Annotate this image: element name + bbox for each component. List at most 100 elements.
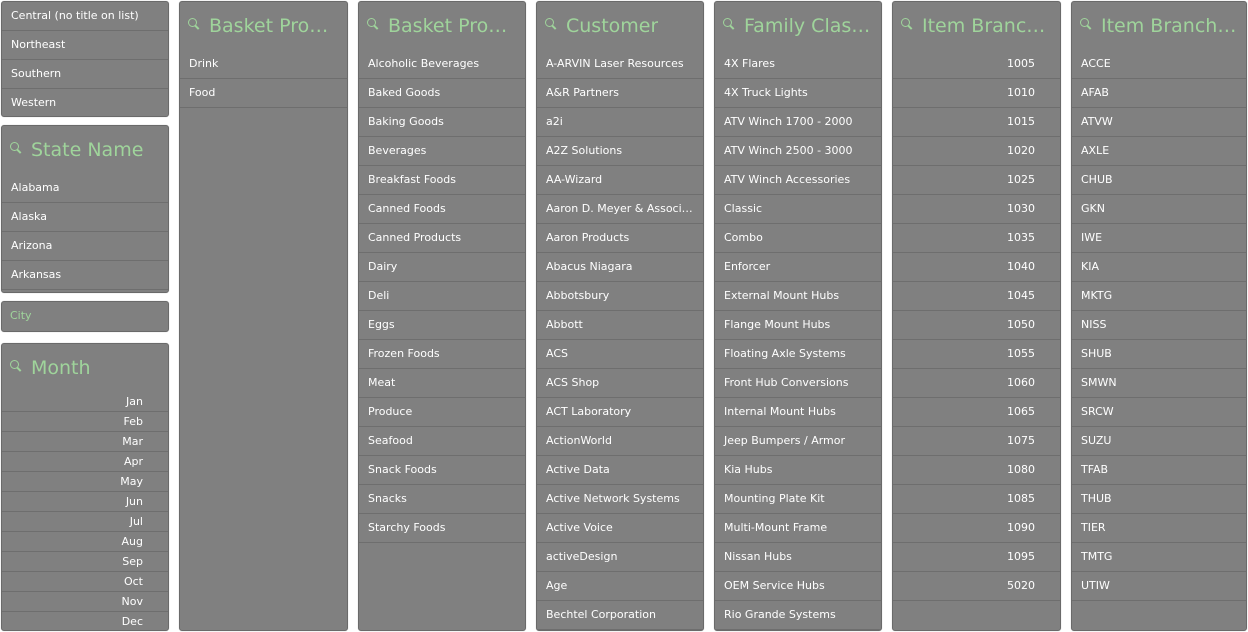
list-item[interactable]: SRCW xyxy=(1072,398,1246,427)
search-icon[interactable] xyxy=(188,18,200,30)
list-item[interactable]: Bechtel Corporation xyxy=(537,601,703,630)
list-item[interactable]: Dec xyxy=(2,612,168,630)
list-item[interactable]: Canned Products xyxy=(359,224,525,253)
list-item[interactable]: Nov xyxy=(2,592,168,612)
list-item[interactable]: Canned Foods xyxy=(359,195,525,224)
list-item[interactable]: May xyxy=(2,472,168,492)
list-item[interactable]: Starchy Foods xyxy=(359,514,525,543)
list-item[interactable]: 1055 xyxy=(893,340,1060,369)
list-item[interactable]: Enforcer xyxy=(715,253,881,282)
list-item[interactable]: Mar xyxy=(2,432,168,452)
list-item[interactable]: Drink xyxy=(180,50,347,79)
list-item[interactable]: Meat xyxy=(359,369,525,398)
list-item[interactable]: Arizona xyxy=(2,232,168,261)
list-item[interactable]: 1030 xyxy=(893,195,1060,224)
family-class-header[interactable]: Family Class ... xyxy=(715,2,881,50)
list-item[interactable]: Kia Hubs xyxy=(715,456,881,485)
list-item[interactable]: Sep xyxy=(2,552,168,572)
list-item[interactable]: 1015 xyxy=(893,108,1060,137)
list-item[interactable]: Food xyxy=(180,79,347,108)
list-item[interactable]: Jul xyxy=(2,512,168,532)
list-item[interactable]: 1075 xyxy=(893,427,1060,456)
item-branch-header[interactable]: Item Branch ... xyxy=(893,2,1060,50)
list-item[interactable]: a2i xyxy=(537,108,703,137)
list-item[interactable]: GKN xyxy=(1072,195,1246,224)
list-item[interactable]: Alabama xyxy=(2,174,168,203)
list-item[interactable]: Feb xyxy=(2,412,168,432)
list-item[interactable]: 1050 xyxy=(893,311,1060,340)
list-item[interactable]: Alaska xyxy=(2,203,168,232)
list-item[interactable]: NISS xyxy=(1072,311,1246,340)
list-item[interactable]: Multi-Mount Frame xyxy=(715,514,881,543)
list-item[interactable]: Beverages xyxy=(359,137,525,166)
list-item[interactable]: Mounting Plate Kit xyxy=(715,485,881,514)
list-item[interactable]: 1060 xyxy=(893,369,1060,398)
search-icon[interactable] xyxy=(901,18,913,30)
list-item[interactable]: 1090 xyxy=(893,514,1060,543)
list-item[interactable]: Abacus Niagara xyxy=(537,253,703,282)
list-item[interactable]: 1080 xyxy=(893,456,1060,485)
list-item[interactable]: 1025 xyxy=(893,166,1060,195)
list-item[interactable]: 1010 xyxy=(893,79,1060,108)
list-item[interactable]: MKTG xyxy=(1072,282,1246,311)
list-item[interactable]: TFAB xyxy=(1072,456,1246,485)
city-search-input[interactable] xyxy=(2,302,168,328)
state-name-header[interactable]: State Name xyxy=(2,126,168,174)
list-item[interactable]: 5020 xyxy=(893,572,1060,601)
list-item[interactable]: Jeep Bumpers / Armor xyxy=(715,427,881,456)
list-item[interactable]: Combo xyxy=(715,224,881,253)
list-item[interactable]: Breakfast Foods xyxy=(359,166,525,195)
list-item[interactable]: SHUB xyxy=(1072,340,1246,369)
list-item[interactable]: Internal Mount Hubs xyxy=(715,398,881,427)
list-item[interactable]: Aaron D. Meyer & Associates xyxy=(537,195,703,224)
list-item[interactable]: 1040 xyxy=(893,253,1060,282)
list-item[interactable]: Baking Goods xyxy=(359,108,525,137)
list-item[interactable]: Snack Foods xyxy=(359,456,525,485)
list-item[interactable]: Apr xyxy=(2,452,168,472)
list-item[interactable]: AXLE xyxy=(1072,137,1246,166)
list-item[interactable]: Front Hub Conversions xyxy=(715,369,881,398)
list-item[interactable]: Jun xyxy=(2,492,168,512)
search-icon[interactable] xyxy=(1080,18,1092,30)
list-item[interactable]: 1035 xyxy=(893,224,1060,253)
list-item[interactable]: Age xyxy=(537,572,703,601)
search-icon[interactable] xyxy=(10,142,22,154)
customer-header[interactable]: Customer xyxy=(537,2,703,50)
list-item[interactable]: Jan xyxy=(2,392,168,412)
list-item[interactable]: ACT Laboratory xyxy=(537,398,703,427)
list-item[interactable]: ATV Winch 2500 - 3000 xyxy=(715,137,881,166)
list-item[interactable]: 1095 xyxy=(893,543,1060,572)
list-item[interactable]: 4X Flares xyxy=(715,50,881,79)
list-item[interactable]: Aaron Products xyxy=(537,224,703,253)
list-item[interactable]: SUZU xyxy=(1072,427,1246,456)
list-item[interactable]: ATV Winch 1700 - 2000 xyxy=(715,108,881,137)
item-branch-group-header[interactable]: Item Branch G... xyxy=(1072,2,1246,50)
list-item[interactable]: Aug xyxy=(2,532,168,552)
list-item[interactable]: CHUB xyxy=(1072,166,1246,195)
list-item[interactable]: Rio Grande Systems xyxy=(715,601,881,630)
list-item[interactable]: Flange Mount Hubs xyxy=(715,311,881,340)
list-item[interactable]: Floating Axle Systems xyxy=(715,340,881,369)
basket-product-header-2[interactable]: Basket Product ... xyxy=(359,2,525,50)
list-item[interactable]: 1005 xyxy=(893,50,1060,79)
list-item[interactable]: Active Voice xyxy=(537,514,703,543)
list-item[interactable]: Eggs xyxy=(359,311,525,340)
list-item[interactable]: Western xyxy=(2,89,168,116)
list-item[interactable]: Classic xyxy=(715,195,881,224)
list-item[interactable]: 1020 xyxy=(893,137,1060,166)
list-item[interactable]: activeDesign xyxy=(537,543,703,572)
list-item[interactable]: 1085 xyxy=(893,485,1060,514)
list-item[interactable]: Abbott xyxy=(537,311,703,340)
basket-product-header-1[interactable]: Basket Product ... xyxy=(180,2,347,50)
list-item[interactable]: Produce xyxy=(359,398,525,427)
list-item[interactable]: Nissan Hubs xyxy=(715,543,881,572)
list-item[interactable]: 4X Truck Lights xyxy=(715,79,881,108)
list-item[interactable]: OEM Service Hubs xyxy=(715,572,881,601)
search-icon[interactable] xyxy=(723,18,735,30)
list-item[interactable]: Arkansas xyxy=(2,261,168,290)
search-icon[interactable] xyxy=(545,18,557,30)
list-item[interactable]: ATV Winch Accessories xyxy=(715,166,881,195)
list-item[interactable]: Snacks xyxy=(359,485,525,514)
list-item[interactable]: Frozen Foods xyxy=(359,340,525,369)
list-item[interactable]: External Mount Hubs xyxy=(715,282,881,311)
